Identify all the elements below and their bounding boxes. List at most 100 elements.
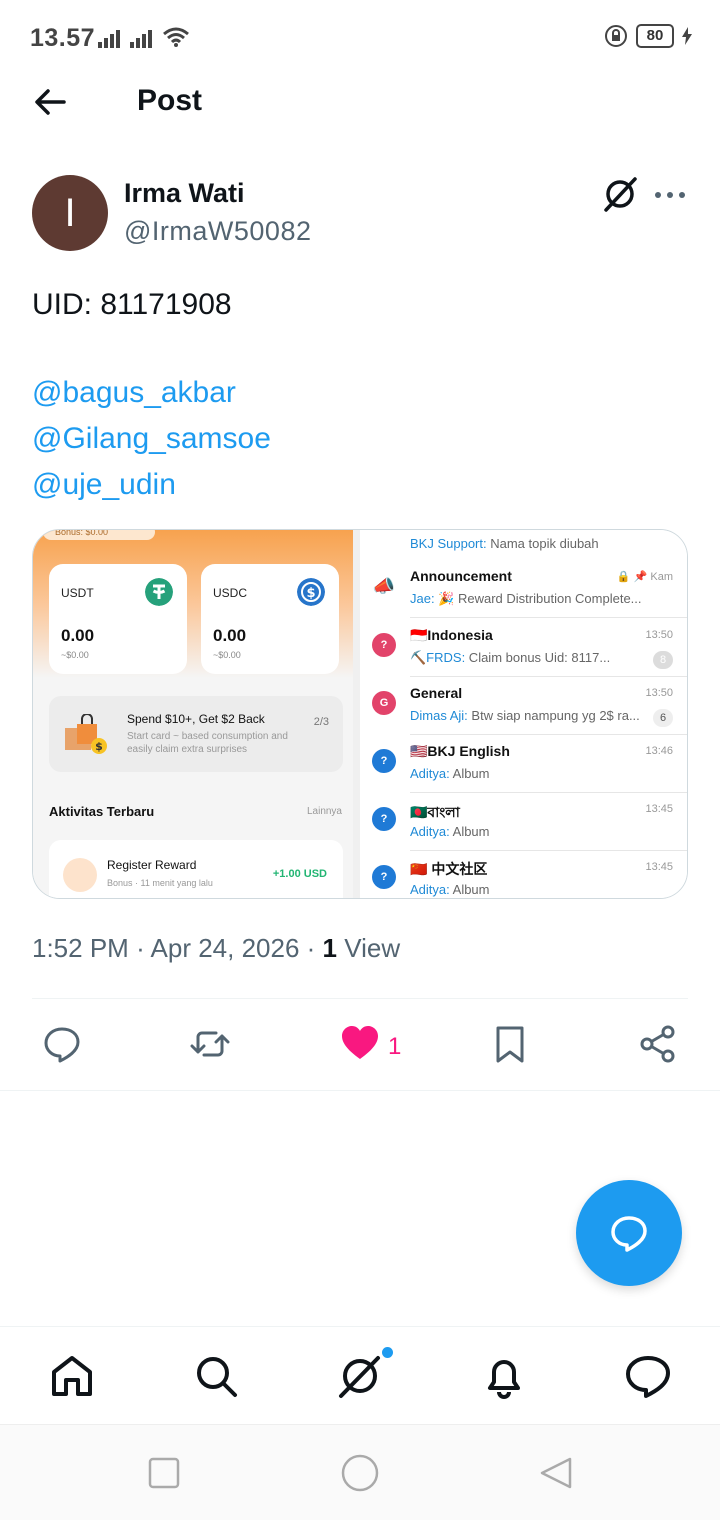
svg-text:$: $ (95, 740, 103, 753)
post-media-image[interactable]: Bonus: $0.00 USDT 0.00 ~$0.00 USDC $ 0.0… (32, 529, 688, 899)
coin-name: USDT (61, 586, 94, 600)
chat-avatar: ? (372, 865, 396, 889)
like-count: 1 (388, 1033, 402, 1060)
home-system-icon[interactable] (340, 1453, 380, 1493)
meta-separator: · (136, 933, 151, 963)
wallet-screenshot: Bonus: $0.00 USDT 0.00 ~$0.00 USDC $ 0.0… (33, 530, 360, 898)
chat-body: 🎉 Reward Distribution Complete... (434, 591, 642, 606)
chat-top-line: BKJ Support: Nama topik diubah (410, 536, 599, 551)
chat-preview: Aditya: Album (410, 766, 650, 781)
chat-name: 🇺🇸BKJ English (410, 743, 510, 759)
meta-separator: · (306, 933, 323, 963)
more-options-icon[interactable] (652, 180, 688, 210)
chat-body: Nama topik diubah (490, 536, 599, 551)
avatar[interactable]: I (32, 175, 108, 251)
chat-name: Announcement (410, 568, 512, 584)
activity-more-link: Lainnya (306, 806, 342, 817)
divider (0, 1090, 720, 1091)
coin-usd: ~$0.00 (61, 650, 89, 660)
bottom-navigation (0, 1326, 720, 1424)
post-time: 1:52 PM (32, 933, 129, 963)
like-heart-icon[interactable] (340, 1024, 380, 1064)
chat-preview: ⛏️FRDS: Claim bonus Uid: 8117... (410, 650, 650, 666)
mentions-list: @bagus_akbar @Gilang_samsoe @uje_udin (32, 370, 271, 508)
mention-link[interactable]: @Gilang_samsoe (32, 416, 271, 462)
svg-text:$: $ (306, 586, 315, 601)
chat-sender: Aditya: (410, 824, 450, 839)
system-navigation-bar (0, 1424, 720, 1520)
chat-name: 🇧🇩বাংলা (410, 804, 460, 820)
wifi-icon (163, 27, 189, 47)
back-arrow-icon[interactable] (30, 82, 70, 122)
author-name[interactable]: Irma Wati (124, 178, 245, 209)
unread-badge: 8 (653, 651, 673, 669)
activity-title: Aktivitas Terbaru (49, 804, 155, 819)
chat-preview: Jae: 🎉 Reward Distribution Complete... (410, 591, 650, 607)
chat-time: 13:45 (645, 803, 673, 815)
promo-title: Spend $10+, Get $2 Back (127, 712, 265, 726)
mention-link[interactable]: @uje_udin (32, 462, 271, 508)
chat-list-item: ? 🇮🇩Indonesia 13:50 ⛏️FRDS: Claim bonus Uid… (360, 619, 687, 677)
back-system-icon[interactable] (538, 1455, 574, 1491)
chat-avatar: ? (372, 807, 396, 831)
page-title: Post (137, 84, 203, 117)
author-handle[interactable]: @IrmaW50082 (124, 216, 311, 247)
chat-list-item: G General 13:50 Dimas Aji: Btw siap nampung… (360, 677, 687, 735)
reward-title: Register Reward (107, 858, 197, 872)
chat-body: Btw siap nampung yg 2$ ra... (467, 708, 640, 723)
grok-icon[interactable] (602, 176, 638, 212)
notifications-bell-icon[interactable] (480, 1352, 528, 1400)
chat-name: General (410, 685, 463, 701)
compose-reply-button[interactable] (576, 1180, 682, 1286)
chat-time: 13:50 (645, 629, 673, 641)
chat-body: Claim bonus Uid: 8117... (465, 650, 611, 665)
repost-icon[interactable] (190, 1024, 230, 1064)
coin-amount: 0.00 (213, 626, 247, 645)
chat-avatar: ? (372, 633, 396, 657)
signal-icon (98, 30, 120, 48)
views-count: 1 (322, 933, 337, 963)
grok-nav-icon[interactable] (336, 1352, 384, 1400)
reply-bubble-icon (611, 1216, 647, 1252)
chat-separator (410, 617, 687, 618)
media-divider (353, 530, 360, 898)
share-icon[interactable] (638, 1024, 678, 1064)
chat-preview: Aditya: Album (410, 882, 650, 897)
chat-sender: BKJ Support: (410, 536, 487, 551)
post-text: UID: 81171908 (32, 288, 232, 321)
chat-body: Album (449, 766, 490, 781)
reward-gift-icon (63, 858, 97, 892)
chat-list-screenshot: BKJ Support: Nama topik diubah 📣 Announce… (360, 530, 687, 898)
chat-sender: Aditya: (410, 882, 450, 897)
status-right: 80 (604, 24, 692, 48)
chat-name: 🇨🇳 中文社区 (410, 861, 488, 877)
promo-subtitle: Start card ~ based consumption and easil… (127, 731, 288, 755)
lock-rotation-icon (605, 25, 627, 47)
coin-amount: 0.00 (61, 626, 95, 645)
chat-sender: Dimas Aji: (410, 708, 468, 723)
status-time: 13.57 (30, 24, 96, 52)
recent-apps-icon[interactable] (146, 1455, 182, 1491)
chat-sender: Aditya: (410, 766, 450, 781)
chat-sender: Jae: (410, 591, 435, 606)
mention-link[interactable]: @bagus_akbar (32, 370, 271, 416)
post-date: Apr 24, 2026 (150, 933, 300, 963)
reward-subtitle: Bonus · 11 menit yang lalu (107, 878, 213, 888)
chat-list-item: ? 🇧🇩বাংলা 13:45 Aditya: Album (360, 793, 687, 851)
home-icon[interactable] (48, 1352, 96, 1400)
chat-list-item: 📣 Announcement 🔒 📌 Kam Jae: 🎉 Reward Distri… (360, 560, 687, 618)
bookmark-icon[interactable] (490, 1024, 530, 1064)
signal-icon-2 (130, 30, 152, 48)
promo-pager: 2/3 (313, 716, 329, 728)
messages-icon[interactable] (624, 1352, 672, 1400)
charging-icon (682, 27, 692, 45)
coin-card-usdt: USDT 0.00 ~$0.00 (49, 564, 187, 674)
views-label[interactable]: View (344, 933, 400, 963)
reward-card: Register Reward Bonus · 11 menit yang la… (49, 840, 343, 898)
reply-icon[interactable] (42, 1024, 82, 1064)
chat-name: 🇮🇩Indonesia (410, 627, 493, 643)
tether-icon (145, 578, 173, 606)
shopping-bag-icon: $ (65, 714, 107, 754)
coin-usd: ~$0.00 (213, 650, 241, 660)
search-icon[interactable] (192, 1352, 240, 1400)
